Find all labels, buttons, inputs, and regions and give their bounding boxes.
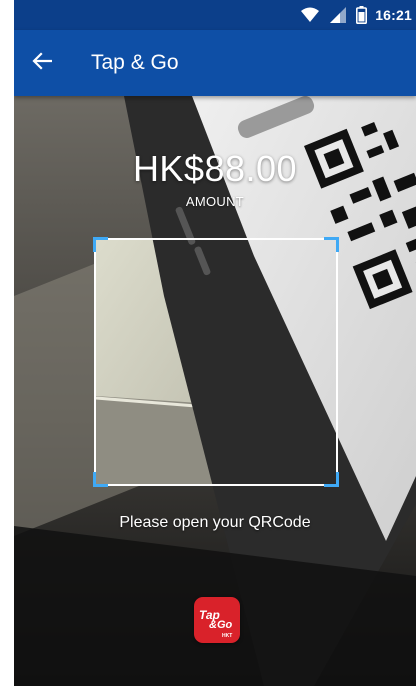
battery-icon: [356, 6, 368, 24]
svg-text:HKT: HKT: [222, 633, 232, 639]
tap-and-go-logo-icon: Tap &Go HKT: [199, 608, 233, 639]
scan-frame-corner: [93, 472, 108, 487]
back-button[interactable]: [22, 43, 62, 83]
scan-frame-corner: [93, 237, 108, 252]
camera-viewfinder: HK$88.00 AMOUNT Please open your QRCode …: [14, 96, 416, 686]
payment-amount: HK$88.00: [132, 148, 298, 189]
status-time: 16:21: [375, 7, 412, 23]
scan-frame-corner: [324, 472, 339, 487]
status-bar: 16:21: [14, 0, 416, 30]
signal-icon: [328, 6, 348, 24]
tap-and-go-logo: Tap &Go HKT: [194, 597, 240, 643]
qr-scan-frame: [93, 237, 339, 487]
status-icons: 16:21: [300, 5, 412, 25]
scan-instruction: Please open your QRCode: [119, 514, 311, 531]
amount-label: AMOUNT: [185, 194, 245, 209]
scan-frame-corner: [324, 237, 339, 252]
page-title: Tap & Go: [91, 51, 179, 74]
svg-text:&Go: &Go: [209, 619, 233, 631]
wifi-icon: [300, 7, 320, 23]
phone-screen: 16:21 Tap & Go HK$88.00 AMOUNT Please op…: [14, 0, 416, 686]
app-bar: Tap & Go: [14, 30, 416, 96]
arrow-left-icon: [32, 51, 53, 75]
